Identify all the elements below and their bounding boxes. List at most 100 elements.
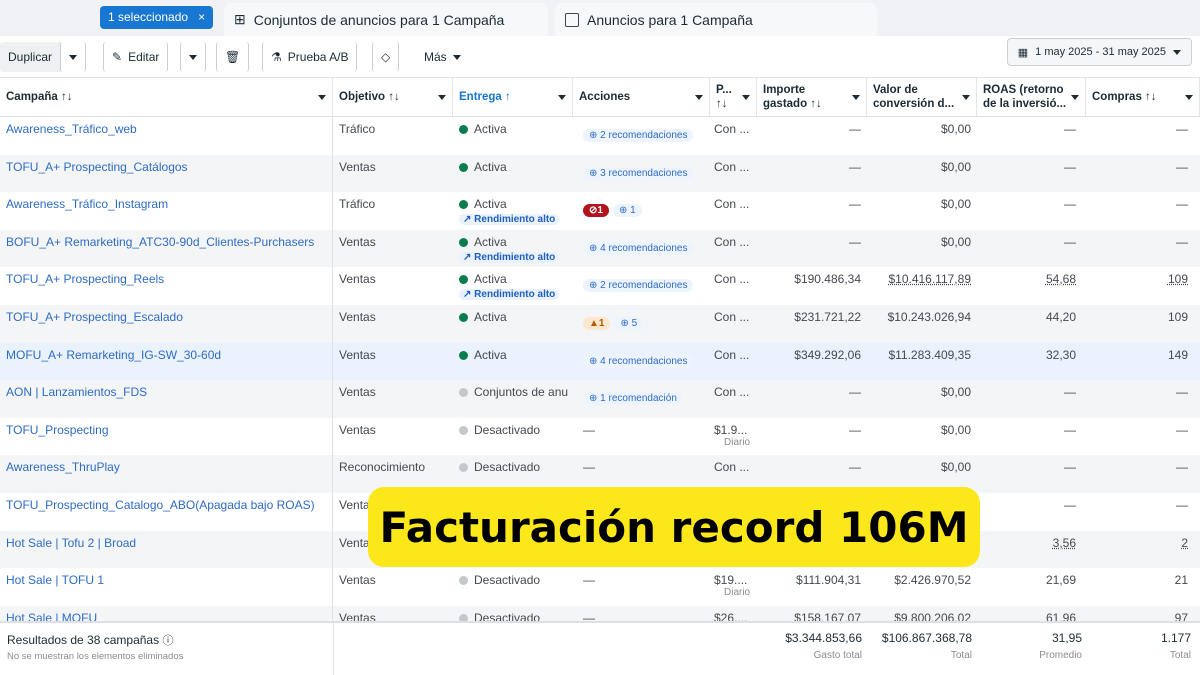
recommendations-badge[interactable]: ⊕ 1 xyxy=(612,204,642,218)
tab-ads-label: Anuncios para 1 Campaña xyxy=(587,11,753,28)
recommendations-badge[interactable]: ⊕ 3 recomendaciones xyxy=(583,166,694,180)
warning-badge[interactable]: ▲1 xyxy=(583,316,611,330)
more-button[interactable]: Más xyxy=(416,42,469,72)
campaign-name-link[interactable]: Hot Sale | TOFU 1 xyxy=(6,573,104,587)
chevron-down-icon[interactable] xyxy=(742,94,750,100)
budget-cell: Con ... xyxy=(710,380,757,418)
table-row[interactable]: Hot Sale | TOFU 1 Ventas Desactivado — $… xyxy=(0,568,1200,606)
actions-cell: ⊕ 1 recomendación xyxy=(573,380,710,418)
total-purchases: 1.177 xyxy=(1160,631,1191,645)
table-row[interactable]: AON | Lanzamientos_FDS Ventas Conjuntos … xyxy=(0,380,1200,418)
table-header: Campaña ↑↓ Objetivo ↑↓ Entrega ↑ Acciones P.… xyxy=(0,78,1200,117)
table-row[interactable]: Awareness_Tráfico_Instagram Tráfico Acti… xyxy=(0,192,1200,230)
campaign-name-link[interactable]: AON | Lanzamientos_FDS xyxy=(6,385,147,399)
campaign-name-link[interactable]: BOFU_A+ Remarketing_ATC30-90d_Clientes-P… xyxy=(6,235,314,249)
chevron-down-icon[interactable] xyxy=(1071,94,1079,100)
table-row[interactable]: TOFU_A+ Prospecting_Escalado Ventas Acti… xyxy=(0,304,1200,343)
performance-label: Rendimiento alto xyxy=(474,251,556,263)
campaign-name-link[interactable]: TOFU_A+ Prospecting_Escalado xyxy=(6,310,183,324)
column-header[interactable]: Importe gastado ↑↓ xyxy=(757,78,867,116)
badge-label: 4 recomendaciones xyxy=(600,242,688,254)
campaign-name-link[interactable]: Awareness_ThruPlay xyxy=(6,460,120,474)
chevron-down-icon[interactable] xyxy=(695,94,703,100)
duplicate-button[interactable]: Duplicar xyxy=(0,42,62,72)
campaign-name-link[interactable]: TOFU_Prospecting_Catalogo_ABO(Apagada ba… xyxy=(6,498,315,512)
edit-dropdown[interactable] xyxy=(180,42,206,72)
edit-button[interactable]: ✎ Editar xyxy=(103,42,169,72)
recommendations-badge[interactable]: ⊕ 2 recomendaciones xyxy=(583,129,694,142)
status-dot-icon xyxy=(459,125,468,134)
column-header[interactable]: Compras ↑↓ xyxy=(1086,78,1200,116)
budget: Con ... xyxy=(714,272,750,287)
chevron-down-icon[interactable] xyxy=(852,94,860,100)
recommendations-badge[interactable]: ⊕ 5 xyxy=(614,316,644,330)
badge-label: ⊘1 xyxy=(589,205,603,217)
column-header[interactable]: Valor de conversión d... xyxy=(867,78,977,116)
conversion-value: $0,00 xyxy=(940,234,971,249)
divider xyxy=(333,621,334,675)
column-header[interactable]: ROAS (retorno de la inversió... xyxy=(977,78,1086,116)
info-icon[interactable]: ⓘ xyxy=(162,635,173,647)
budget: Con ... xyxy=(714,460,750,475)
column-header[interactable]: Acciones xyxy=(573,78,710,116)
conversion-value: $10.416.117,89 xyxy=(888,272,971,287)
table-row[interactable]: TOFU_Prospecting Ventas Desactivado — $1… xyxy=(0,417,1200,456)
table-row[interactable]: TOFU_A+ Prospecting_Reels Ventas Activa ↗… xyxy=(0,267,1200,305)
campaign-name-link[interactable]: TOFU_A+ Prospecting_Catálogos xyxy=(6,160,188,174)
actions-empty: — xyxy=(583,460,595,475)
chevron-down-icon[interactable] xyxy=(558,94,566,100)
total-value: $106.867.368,78 xyxy=(881,631,972,645)
table-row[interactable]: MOFU_A+ Remarketing_IG-SW_30-60d Ventas … xyxy=(0,342,1200,381)
actions-cell: ⊕ 2 recomendaciones xyxy=(573,117,710,155)
recommendations-badge[interactable]: ⊕ 4 recomendaciones xyxy=(583,354,694,368)
table-row[interactable]: TOFU_A+ Prospecting_Catálogos Ventas Act… xyxy=(0,154,1200,193)
table-row[interactable]: BOFU_A+ Remarketing_ATC30-90d_Clientes-P… xyxy=(0,229,1200,268)
campaign-name-link[interactable]: MOFU_A+ Remarketing_IG-SW_30-60d xyxy=(6,348,221,362)
overlay-banner: Facturación record 106M xyxy=(368,487,980,567)
campaign-name-link[interactable]: Hot Sale | Tofu 2 | Broad xyxy=(6,536,136,550)
tag-button[interactable]: ◇ xyxy=(372,42,400,72)
chevron-down-icon xyxy=(1173,49,1181,55)
campaign-name-link[interactable]: TOFU_A+ Prospecting_Reels xyxy=(6,272,164,286)
delivery-cell: Conjuntos de anu xyxy=(453,380,573,418)
campaign-name-link[interactable]: TOFU_Prospecting xyxy=(6,423,109,437)
chevron-down-icon[interactable] xyxy=(962,94,970,100)
chevron-down-icon[interactable] xyxy=(1185,94,1193,100)
roas: 54,68 xyxy=(1045,272,1076,287)
amount-spent: — xyxy=(849,197,861,212)
column-header[interactable]: P... ↑↓ xyxy=(710,78,757,116)
column-header[interactable]: Entrega ↑ xyxy=(453,78,573,116)
delivery-status: Activa xyxy=(474,197,507,212)
chevron-down-icon[interactable] xyxy=(318,94,326,100)
column-header[interactable]: Objetivo ↑↓ xyxy=(333,78,453,116)
actions-cell: ⊕ 3 recomendaciones xyxy=(573,155,710,193)
delete-button[interactable]: 🗑 xyxy=(216,42,250,72)
campaign-name-link[interactable]: Awareness_Tráfico_Instagram xyxy=(6,197,168,211)
amount-spent: — xyxy=(849,385,861,400)
recommendations-badge[interactable]: ⊕ 2 recomendaciones xyxy=(583,279,694,293)
selection-chip[interactable]: 1 seleccionado × xyxy=(100,6,214,29)
recommendations-badge[interactable]: ⊕ 1 recomendación xyxy=(583,392,683,406)
tab-ads[interactable]: Anuncios para 1 Campaña xyxy=(555,3,877,36)
recommendations-badge[interactable]: ⊕ 4 recomendaciones xyxy=(583,241,694,255)
status-dot-icon xyxy=(459,388,468,398)
ab-test-label: Prueba A/B xyxy=(287,50,349,64)
chevron-down-icon[interactable] xyxy=(438,94,446,100)
column-header[interactable]: Campaña ↑↓ xyxy=(0,78,333,116)
table-row[interactable]: Awareness_Tráfico_web Tráfico Activa ⊕ 2… xyxy=(0,117,1200,155)
budget: Con ... xyxy=(714,347,750,362)
delivery-cell: Activa xyxy=(453,117,573,155)
duplicate-dropdown[interactable] xyxy=(60,42,86,72)
clear-selection-icon[interactable]: × xyxy=(198,10,205,25)
campaign-name-link[interactable]: Awareness_Tráfico_web xyxy=(6,122,137,136)
total-purchases-label: Total xyxy=(1169,650,1191,661)
tab-adsets[interactable]: ⊞ Conjuntos de anuncios para 1 Campaña xyxy=(224,3,548,36)
actions-cell: — xyxy=(573,568,710,606)
date-range-picker[interactable]: ▦ 1 may 2025 - 31 may 2025 xyxy=(1006,38,1192,66)
objective: Ventas xyxy=(339,573,376,588)
budget: Con ... xyxy=(714,234,750,249)
ab-test-button[interactable]: ⚗ Prueba A/B xyxy=(262,42,358,72)
objective: Ventas xyxy=(339,422,376,437)
delivery-status: Conjuntos de anu xyxy=(474,385,569,400)
error-badge[interactable]: ⊘1 xyxy=(583,204,609,218)
